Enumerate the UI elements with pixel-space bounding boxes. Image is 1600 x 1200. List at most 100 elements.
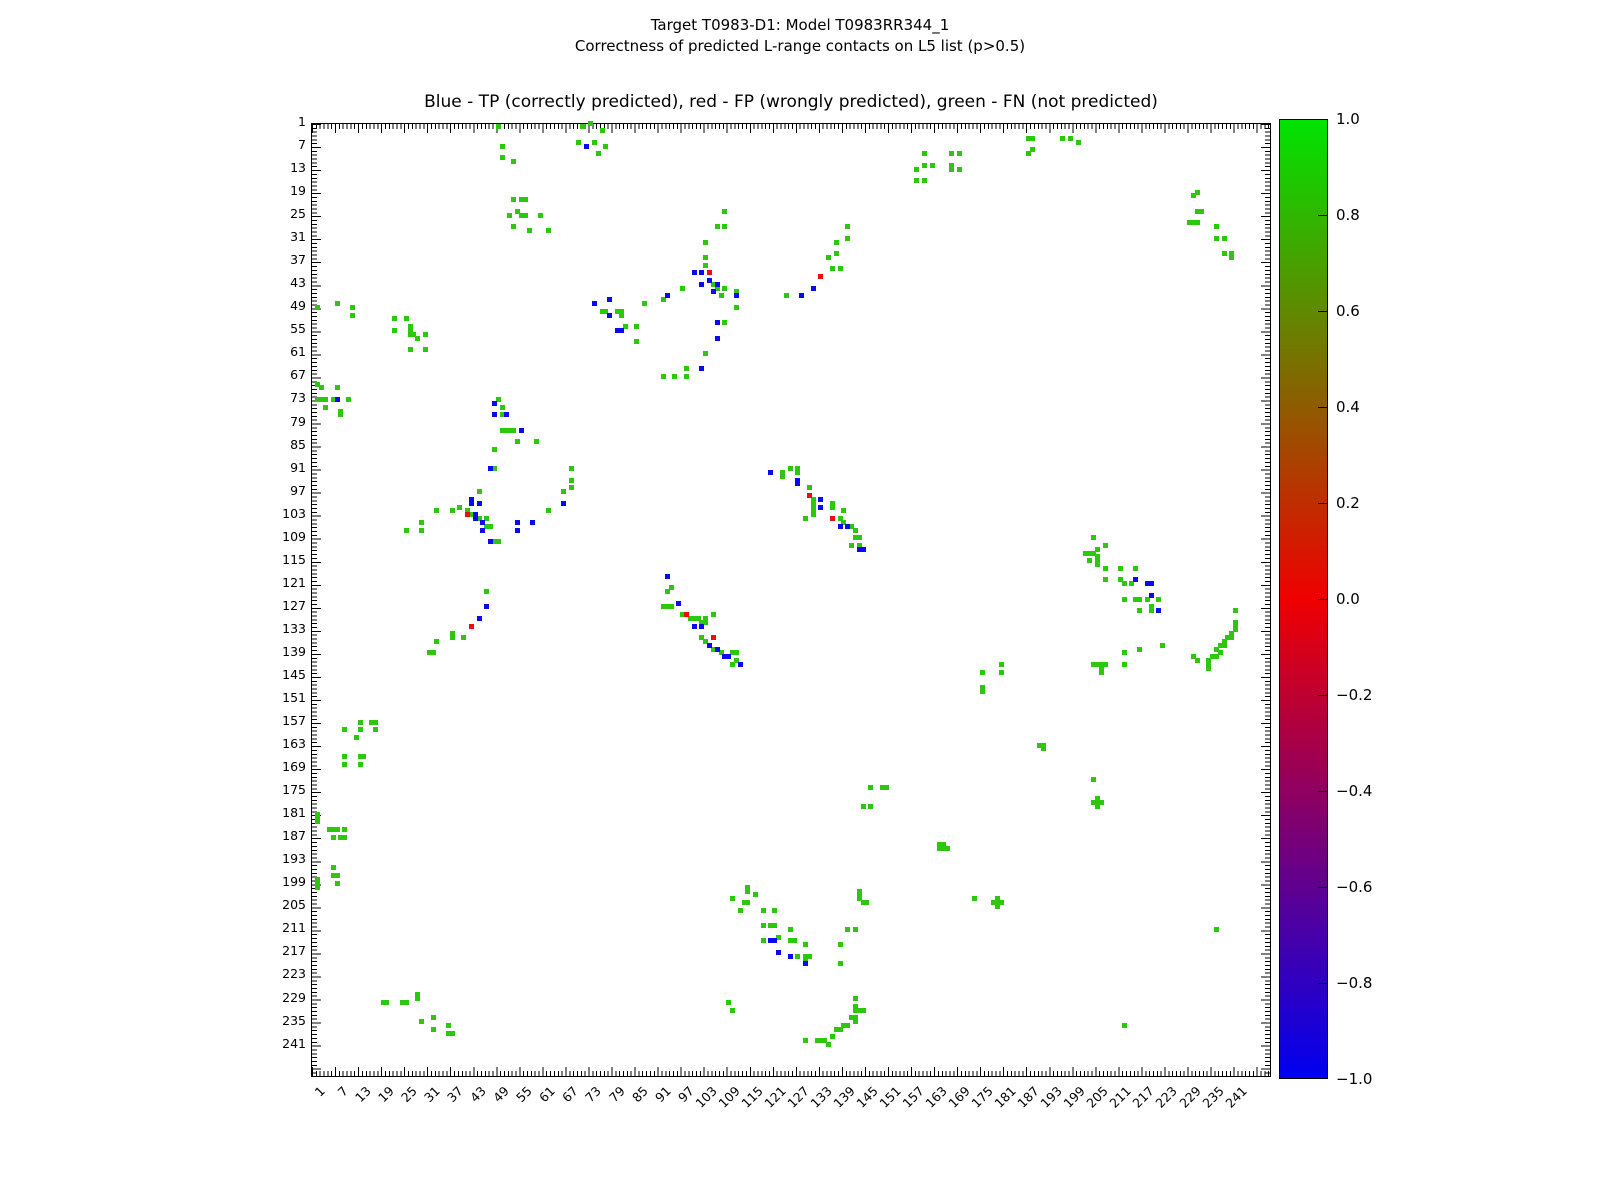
x-tick-label: 85: [628, 1083, 651, 1106]
contact-point: [561, 489, 567, 495]
figure-title-line1: Target T0983-D1: Model T0983RR344_1: [650, 16, 950, 34]
contact-point: [760, 923, 766, 929]
colorbar-tick: [1318, 503, 1328, 504]
contact-point: [1094, 562, 1100, 568]
y-tick-label: 31: [290, 229, 306, 245]
contact-point: [595, 151, 601, 157]
contact-point: [342, 761, 348, 767]
contact-point: [945, 846, 951, 852]
figure-title-line2: Correctness of predicted L-range contact…: [574, 37, 1026, 55]
contact-point: [495, 124, 501, 130]
y-tick-label: 169: [282, 759, 306, 775]
contact-point: [841, 508, 847, 514]
contact-point: [434, 638, 440, 644]
contact-point: [714, 224, 720, 230]
contact-point: [691, 270, 697, 276]
contact-point: [733, 304, 739, 310]
right-minor-ticks: [1265, 124, 1270, 1076]
x-tick-label: 25: [398, 1083, 421, 1106]
contact-point: [499, 155, 505, 161]
contact-point: [384, 999, 390, 1005]
contact-point: [545, 508, 551, 514]
x-tick-label: 121: [761, 1083, 789, 1111]
contact-point: [852, 926, 858, 932]
contact-point: [733, 650, 739, 656]
contact-point: [837, 942, 843, 948]
figure: Target T0983-D1: Model T0983RR344_1 Corr…: [0, 0, 1600, 1200]
contact-point: [1213, 926, 1219, 932]
contact-point: [430, 1015, 436, 1021]
contact-point: [491, 412, 497, 418]
contact-point: [852, 1019, 858, 1025]
contact-point: [1156, 596, 1162, 602]
colorbar-tick: [1318, 599, 1328, 600]
y-tick-label: 103: [282, 505, 306, 521]
contact-point: [703, 262, 709, 268]
contact-point: [468, 623, 474, 629]
contact-point: [342, 754, 348, 760]
contact-point: [415, 996, 421, 1002]
contact-point: [484, 604, 490, 610]
contact-point: [511, 197, 517, 203]
contact-point: [1121, 1022, 1127, 1028]
contact-point: [722, 285, 728, 291]
y-tick-label: 1: [298, 114, 306, 129]
contact-point: [449, 635, 455, 641]
contact-point: [445, 1022, 451, 1028]
y-tick-label: 229: [282, 989, 306, 1005]
contact-point: [852, 527, 858, 533]
y-tick-label: 19: [290, 183, 306, 199]
contact-point: [922, 151, 928, 157]
contact-point: [480, 519, 486, 525]
contact-point: [372, 719, 378, 725]
x-tick-label: 145: [853, 1083, 881, 1111]
x-tick-label: 13: [352, 1083, 374, 1106]
contact-point: [806, 485, 812, 491]
contact-point: [1121, 661, 1127, 667]
contact-point: [948, 166, 954, 172]
contact-point: [511, 224, 517, 230]
contact-point: [956, 166, 962, 172]
contact-point: [346, 396, 352, 402]
y-tick-label: 67: [290, 367, 306, 383]
contact-point: [726, 999, 732, 1005]
contact-point: [787, 466, 793, 472]
y-tick-label: 43: [290, 275, 306, 291]
x-tick-label: 37: [444, 1083, 467, 1106]
contact-point: [488, 539, 494, 545]
contact-point: [829, 266, 835, 272]
contact-point: [753, 892, 759, 898]
y-tick-label: 211: [282, 920, 306, 936]
contact-point: [480, 527, 486, 533]
contact-point: [361, 754, 367, 760]
contact-point: [803, 942, 809, 948]
y-tick-label: 127: [282, 597, 306, 613]
contact-point: [760, 907, 766, 913]
contact-point: [722, 208, 728, 214]
y-tick-label: 61: [290, 344, 306, 360]
contact-point: [845, 235, 851, 241]
contact-point: [334, 880, 340, 886]
contact-point: [503, 412, 509, 418]
colorbar-tick-label: 0.0: [1336, 590, 1360, 608]
contact-point: [803, 961, 809, 967]
contact-point: [1221, 251, 1227, 257]
x-tick-label: 133: [807, 1083, 835, 1111]
contact-point: [538, 212, 544, 218]
contact-point: [511, 427, 517, 433]
contact-point: [714, 335, 720, 341]
contact-point: [1091, 535, 1097, 541]
contact-point: [607, 297, 613, 303]
contact-point: [518, 427, 524, 433]
contact-point: [430, 650, 436, 656]
contact-point: [530, 519, 536, 525]
y-tick-label: 145: [282, 666, 306, 682]
contact-point: [745, 900, 751, 906]
contact-point: [484, 588, 490, 594]
x-tick-label: 157: [899, 1083, 927, 1111]
contact-point: [1194, 220, 1200, 226]
contact-point: [403, 999, 409, 1005]
contact-point: [561, 500, 567, 506]
contact-point: [971, 896, 977, 902]
contact-point: [491, 446, 497, 452]
